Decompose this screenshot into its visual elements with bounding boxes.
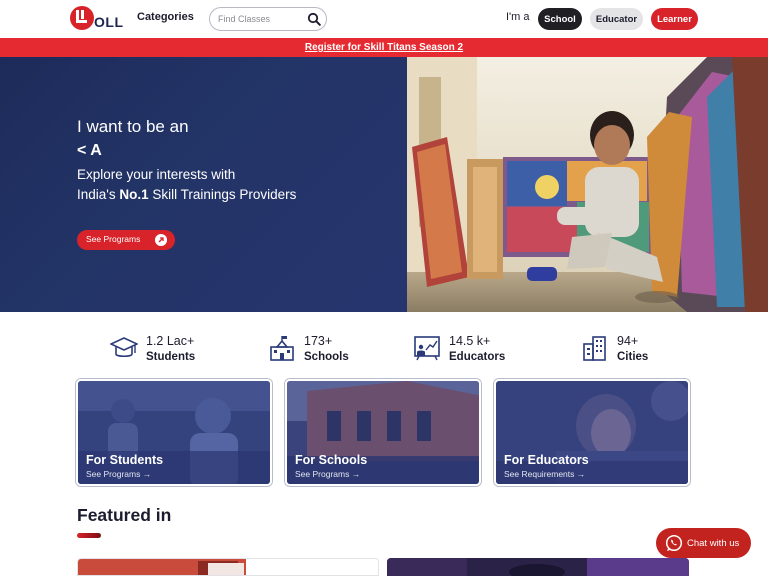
stat-label: Cities bbox=[617, 351, 649, 363]
chat-with-us-button[interactable]: Chat with us bbox=[656, 528, 751, 558]
search-icon[interactable] bbox=[307, 12, 321, 26]
heading-underline bbox=[77, 533, 101, 538]
card-title: For Educators bbox=[504, 453, 589, 467]
hero-image bbox=[407, 57, 768, 312]
whatsapp-icon bbox=[665, 534, 683, 552]
city-buildings-icon bbox=[583, 336, 606, 361]
stat-label: Students bbox=[146, 351, 196, 363]
card-for-students[interactable]: For Students See Programs → bbox=[76, 379, 272, 486]
register-link[interactable]: Register for Skill Titans Season 2 bbox=[305, 42, 463, 53]
role-prompt: I'm a bbox=[506, 11, 530, 23]
hero-panel: I want to be an < A Explore your interes… bbox=[0, 57, 407, 312]
hero-heading: I want to be an bbox=[77, 117, 189, 136]
whiteboard-teacher-icon bbox=[414, 336, 440, 361]
role-educator-button[interactable]: Educator bbox=[590, 8, 643, 30]
stat-label: Educators bbox=[449, 351, 506, 363]
school-building-icon bbox=[270, 336, 294, 361]
hero-subtitle-2: India's No.1 Skill Trainings Providers bbox=[77, 187, 297, 202]
stat-value: 173+ bbox=[304, 334, 333, 348]
see-programs-button[interactable]: See Programs bbox=[77, 230, 175, 250]
chat-label: Chat with us bbox=[687, 537, 740, 549]
hero-typed-text: < A bbox=[77, 142, 102, 159]
stat-value: 94+ bbox=[617, 334, 639, 348]
role-school-button[interactable]: School bbox=[538, 8, 582, 30]
stat-value: 14.5 k+ bbox=[449, 334, 491, 348]
logo-mark bbox=[70, 6, 94, 30]
stat-value: 1.2 Lac+ bbox=[146, 334, 195, 348]
announcement-banner: Register for Skill Titans Season 2 bbox=[0, 38, 768, 57]
card-title: For Students bbox=[86, 453, 164, 467]
featured-card-1[interactable] bbox=[77, 558, 379, 576]
arrow-up-right-icon bbox=[155, 234, 167, 246]
card-for-educators[interactable]: For Educators See Requirements → bbox=[494, 379, 690, 486]
featured-heading: Featured in bbox=[77, 505, 172, 525]
role-learner-button[interactable]: Learner bbox=[651, 8, 698, 30]
graduation-cap-icon bbox=[110, 337, 138, 358]
search-box[interactable] bbox=[209, 7, 327, 31]
search-input[interactable] bbox=[218, 12, 302, 26]
stat-label: Schools bbox=[304, 351, 349, 363]
card-link[interactable]: See Requirements → bbox=[504, 469, 585, 479]
top-header: OLL Categories I'm a School Educator Lea… bbox=[0, 0, 768, 38]
card-title: For Schools bbox=[295, 453, 368, 467]
featured-card-2[interactable] bbox=[387, 558, 689, 576]
logo-text: OLL bbox=[94, 14, 124, 30]
card-for-schools[interactable]: For Schools See Programs → bbox=[285, 379, 481, 486]
categories-menu[interactable]: Categories bbox=[137, 11, 194, 23]
card-link[interactable]: See Programs → bbox=[86, 469, 151, 479]
oll-logo[interactable]: OLL bbox=[70, 6, 124, 32]
hero-subtitle: Explore your interests with bbox=[77, 167, 236, 182]
see-programs-label: See Programs bbox=[86, 234, 141, 244]
card-link[interactable]: See Programs → bbox=[295, 469, 360, 479]
